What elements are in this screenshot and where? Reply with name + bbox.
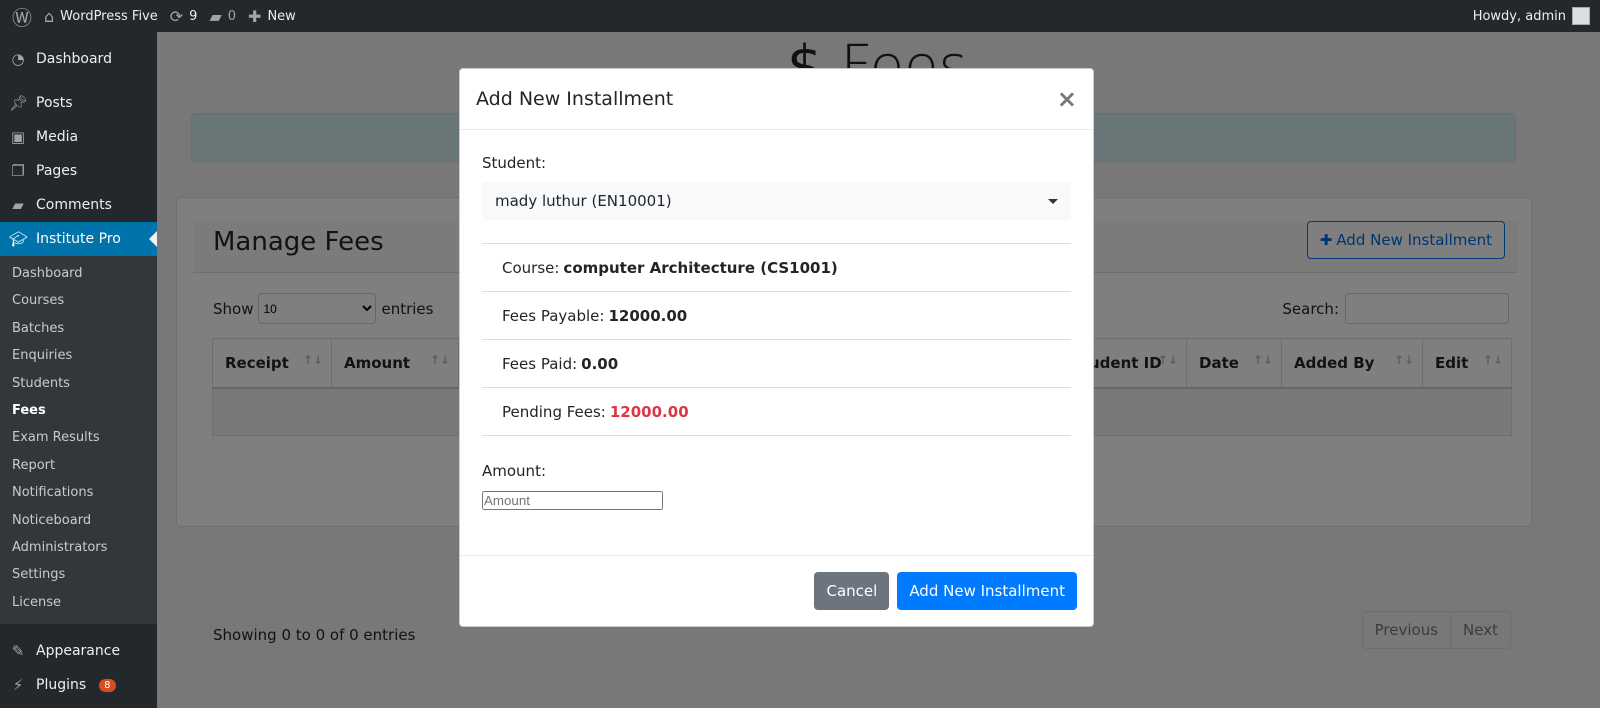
fees-payable: Fees Payable: 12000.00	[482, 292, 1071, 340]
media-icon: ▣	[10, 128, 26, 146]
institute-submenu: Dashboard Courses Batches Enquiries Stud…	[0, 256, 157, 625]
submenu-enquiries[interactable]: Enquiries	[0, 342, 157, 369]
submenu-notifications[interactable]: Notifications	[0, 479, 157, 506]
comments-link[interactable]: ▰ 0	[209, 7, 236, 26]
modal-header: Add New Installment ×	[460, 69, 1093, 130]
student-label: Student:	[482, 154, 547, 172]
plus-icon: ✚	[248, 6, 262, 26]
modal-body: Student: mady luthur (EN10001) Course: co…	[460, 130, 1093, 510]
submenu-courses[interactable]: Courses	[0, 287, 157, 314]
fees-paid: Fees Paid: 0.00	[482, 340, 1071, 388]
menu-plugins[interactable]: ⚡︎ Plugins 8	[0, 668, 157, 702]
comment-icon: ▰	[209, 6, 222, 26]
brush-icon: ✎	[11, 642, 25, 661]
submenu-batches[interactable]: Batches	[0, 315, 157, 342]
menu-institute-pro[interactable]: 🎓︎ Institute Pro	[0, 222, 157, 256]
modal-title: Add New Installment	[476, 88, 674, 110]
admin-sidebar: ◔ Dashboard 📌︎ Posts ▣ Media ❐ Pages ▰ Commen…	[0, 32, 157, 708]
caret-down-icon	[1048, 198, 1058, 209]
wordpress-logo-icon[interactable]: Ⓦ	[12, 2, 32, 31]
submenu-settings[interactable]: Settings	[0, 561, 157, 588]
menu-comments[interactable]: ▰ Comments	[0, 188, 157, 222]
student-select[interactable]: mady luthur (EN10001)	[482, 182, 1071, 220]
updates-link[interactable]: ⟳ 9	[170, 7, 198, 26]
modal-footer: Cancel Add New Installment	[460, 555, 1093, 626]
pin-icon: 📌︎	[9, 94, 29, 112]
avatar	[1572, 7, 1590, 25]
comment-icon: ▰	[12, 196, 24, 214]
fee-summary: Course: computer Architecture (CS1001) Fe…	[482, 243, 1071, 436]
amount-input[interactable]	[482, 491, 663, 510]
admin-bar: Ⓦ ⌂ WordPress Five ⟳ 9 ▰ 0 ✚ New Howdy, admi…	[0, 0, 1600, 32]
cancel-button[interactable]: Cancel	[814, 572, 890, 610]
add-installment-modal: Add New Installment × Student: mady luth…	[459, 68, 1094, 627]
pending-fees: Pending Fees: 12000.00	[482, 388, 1071, 436]
submenu-exam-results[interactable]: Exam Results	[0, 424, 157, 451]
plugin-icon: ⚡︎	[12, 676, 24, 695]
menu-dashboard[interactable]: ◔ Dashboard	[0, 42, 157, 76]
site-link[interactable]: ⌂ WordPress Five	[44, 7, 158, 26]
submenu-students[interactable]: Students	[0, 370, 157, 397]
home-icon: ⌂	[44, 6, 55, 26]
graduation-cap-icon: 🎓︎	[9, 230, 29, 248]
new-link[interactable]: ✚ New	[248, 7, 296, 26]
amount-label: Amount:	[482, 462, 546, 480]
menu-appearance[interactable]: ✎ Appearance	[0, 634, 157, 668]
course-info: Course: computer Architecture (CS1001)	[482, 244, 1071, 292]
menu-media[interactable]: ▣ Media	[0, 120, 157, 154]
pages-icon: ❐	[11, 162, 25, 180]
submenu-license[interactable]: License	[0, 589, 157, 616]
close-icon[interactable]: ×	[1057, 85, 1077, 113]
dashboard-icon: ◔	[11, 50, 25, 68]
menu-posts[interactable]: 📌︎ Posts	[0, 86, 157, 120]
submenu-dashboard[interactable]: Dashboard	[0, 260, 157, 287]
plugins-update-badge: 8	[99, 678, 116, 692]
updates-icon: ⟳	[169, 6, 184, 26]
submenu-report[interactable]: Report	[0, 452, 157, 479]
submit-installment-button[interactable]: Add New Installment	[897, 572, 1077, 610]
submenu-noticeboard[interactable]: Noticeboard	[0, 507, 157, 534]
account-menu[interactable]: Howdy, admin	[1473, 7, 1590, 25]
submenu-administrators[interactable]: Administrators	[0, 534, 157, 561]
submenu-fees[interactable]: Fees	[0, 397, 157, 424]
menu-pages[interactable]: ❐ Pages	[0, 154, 157, 188]
